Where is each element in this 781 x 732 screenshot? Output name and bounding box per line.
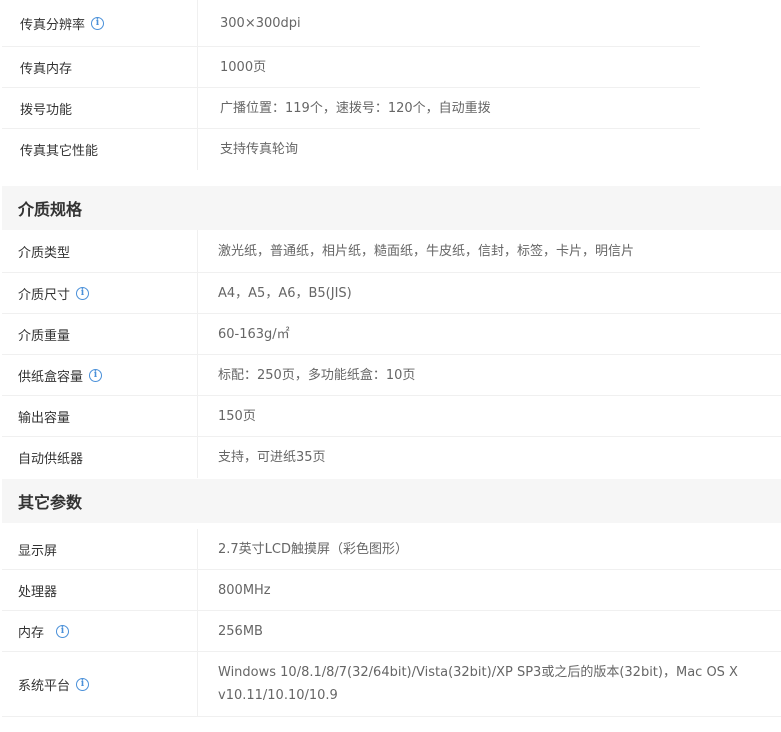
spec-label-text: 传真内存 [20,61,73,77]
spec-label: 系统平台 i [2,652,198,716]
spec-label-text: 处理器 [18,584,58,600]
spec-label: 供纸盒容量 i [2,355,198,395]
spec-label: 处理器 [2,570,198,610]
spec-label-text: 传真分辨率 [20,17,86,33]
spec-label-text: 介质类型 [18,245,71,261]
info-icon[interactable]: i [76,286,90,300]
spec-label: 显示屏 [2,529,198,569]
spec-label-text: 输出容量 [18,410,71,426]
spec-label: 自动供纸器 [2,437,198,478]
spec-label: 传真分辨率 i [2,0,198,46]
spec-label: 输出容量 [2,396,198,436]
spec-label-text: 系统平台 [18,678,71,694]
spec-value: Windows 10/8.1/8/7(32/64bit)/Vista(32bit… [218,665,738,703]
spec-value: 1000页 [220,59,267,75]
spec-row: 供纸盒容量 i 标配：250页，多功能纸盒：10页 [2,355,781,396]
spec-label: 介质类型 [2,230,198,272]
spec-label: 介质尺寸 i [2,273,198,313]
spec-value: 800MHz [218,582,271,598]
spec-label-text: 介质尺寸 [18,287,71,303]
spec-label: 拨号功能 [2,88,198,128]
section-title-other: 其它参数 [2,479,781,523]
spec-value: 60-163g/㎡ [218,326,290,342]
spec-label-text: 自动供纸器 [18,452,84,467]
spec-value: 标配：250页，多功能纸盒：10页 [218,367,416,383]
spec-label: 内存 i [2,611,198,651]
other-spec-table: 显示屏 2.7英寸LCD触摸屏（彩色图形） 处理器 800MHz 内存 i 25… [2,529,781,717]
spec-row: 输出容量 150页 [2,396,781,437]
spec-value: 300×300dpi [220,15,301,31]
spec-value: 256MB [218,623,263,639]
spec-row: 传真内存 1000页 [2,47,700,88]
spec-label: 传真内存 [2,47,198,87]
spec-value: 广播位置：119个，速拨号：120个，自动重拨 [220,100,491,116]
spec-row: 显示屏 2.7英寸LCD触摸屏（彩色图形） [2,529,781,570]
spec-label: 传真其它性能 [2,129,198,170]
spec-value: 150页 [218,408,256,424]
spec-label-text: 拨号功能 [20,102,73,118]
spec-value: A4，A5，A6，B5(JIS) [218,285,352,301]
spec-row: 内存 i 256MB [2,611,781,652]
spec-label-text: 供纸盒容量 [18,369,84,385]
spec-row: 传真其它性能 支持传真轮询 [2,129,700,170]
spec-label-text: 内存 [18,625,45,641]
fax-spec-table: 传真分辨率 i 300×300dpi 传真内存 1000页 拨号功能 广播位置：… [2,0,700,170]
spec-label-text: 传真其它性能 [20,144,99,159]
info-icon[interactable]: i [56,624,70,638]
spec-row: 介质类型 激光纸，普通纸，相片纸，糙面纸，牛皮纸，信封，标签，卡片，明信片 [2,230,781,273]
section-title-media: 介质规格 [2,186,781,230]
spec-label-text: 显示屏 [18,543,58,559]
spec-row: 系统平台 i Windows 10/8.1/8/7(32/64bit)/Vist… [2,652,781,717]
spec-row: 介质尺寸 i A4，A5，A6，B5(JIS) [2,273,781,314]
spec-row: 自动供纸器 支持，可进纸35页 [2,437,781,478]
spec-row: 处理器 800MHz [2,570,781,611]
info-icon[interactable]: i [76,677,90,691]
spec-row: 传真分辨率 i 300×300dpi [2,0,700,47]
spec-value: 支持，可进纸35页 [218,450,326,465]
spec-value: 支持传真轮询 [220,142,299,157]
info-icon[interactable]: i [91,16,105,30]
spec-row: 拨号功能 广播位置：119个，速拨号：120个，自动重拨 [2,88,700,129]
spec-label-text: 介质重量 [18,328,71,344]
spec-value: 激光纸，普通纸，相片纸，糙面纸，牛皮纸，信封，标签，卡片，明信片 [218,243,635,259]
info-icon[interactable]: i [89,368,103,382]
spec-label: 介质重量 [2,314,198,354]
spec-row: 介质重量 60-163g/㎡ [2,314,781,355]
media-spec-table: 介质类型 激光纸，普通纸，相片纸，糙面纸，牛皮纸，信封，标签，卡片，明信片 介质… [2,230,781,478]
spec-value: 2.7英寸LCD触摸屏（彩色图形） [218,541,409,557]
